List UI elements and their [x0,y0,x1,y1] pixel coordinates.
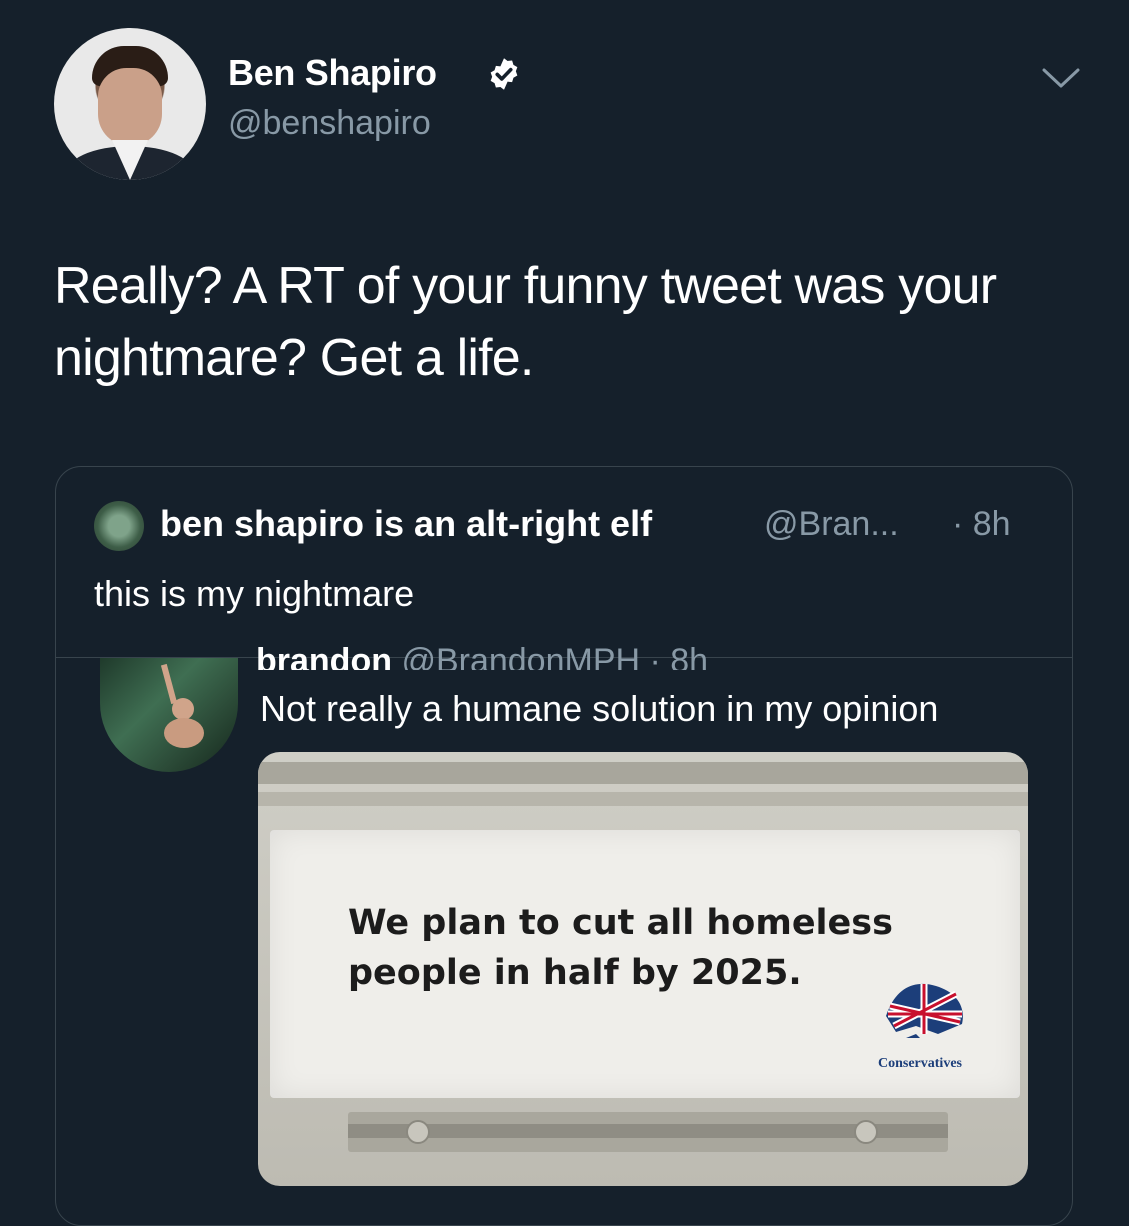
chevron-down-icon[interactable] [1040,64,1082,92]
quoted-tweet-text: this is my nightmare [94,573,415,614]
quoted-tweet-card[interactable]: ben shapiro is an alt-right elf @Bran...… [55,466,1073,1226]
photo-screw [406,1120,430,1144]
author-avatar[interactable] [54,28,206,180]
inner-author-name: brandon [256,644,392,670]
advert-sign: We plan to cut all homeless people in ha… [270,830,1020,1098]
inner-author-avatar [100,658,238,772]
photo-rail [258,762,1028,784]
inner-tweet: brandon @BrandonMPH · 8h Not really a hu… [56,644,1072,1225]
verified-badge-icon [490,58,518,90]
avatar-head [172,698,194,720]
author-handle[interactable]: @benshapiro [228,104,431,143]
logo-label: Conservatives [878,1056,962,1071]
avatar-face [98,68,162,146]
inner-author-meta: @BrandonMPH · 8h [401,644,709,670]
avatar-body [164,718,204,748]
inner-tweet-header-cut: brandon @BrandonMPH · 8h [256,644,1016,670]
photo-rail [258,792,1028,806]
avatar-arm [160,663,178,705]
sign-text: We plan to cut all homeless people in ha… [348,903,893,993]
author-name[interactable]: Ben Shapiro [228,52,437,94]
quoted-author-name: ben shapiro is an alt-right elf [160,503,653,544]
quoted-author-handle: @Bran... [764,505,899,543]
quoted-author-avatar [94,501,144,551]
inner-tweet-photo[interactable]: We plan to cut all homeless people in ha… [258,752,1028,1186]
inner-tweet-text: Not really a humane solution in my opini… [260,688,939,729]
quoted-tweet-time: · 8h [952,505,1011,543]
tweet-text: Really? A RT of your funny tweet was you… [54,257,997,387]
conservatives-logo-icon [886,983,963,1038]
photo-screw [854,1120,878,1144]
